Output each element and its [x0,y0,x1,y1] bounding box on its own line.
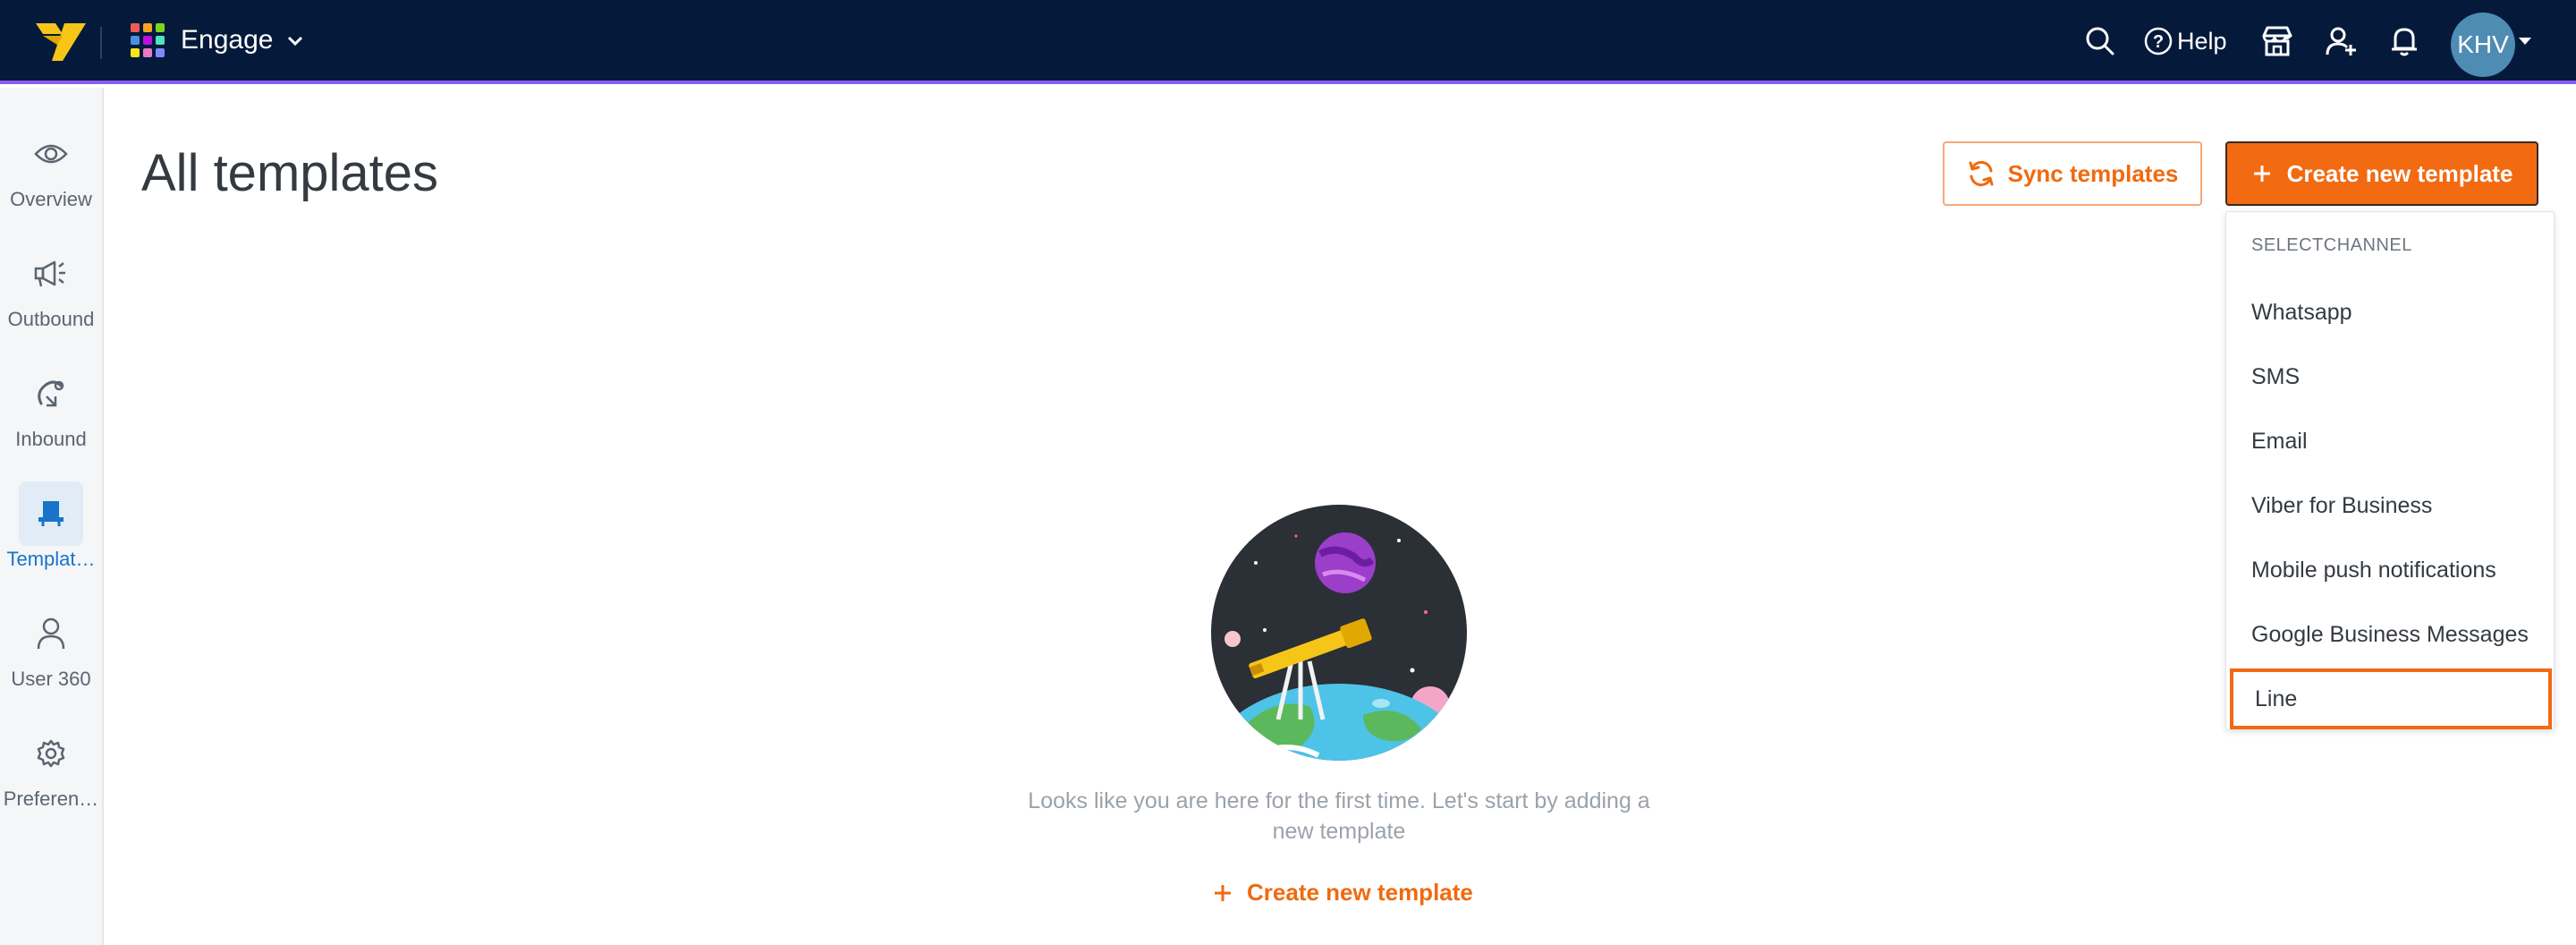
channel-option-mobile-push[interactable]: Mobile push notifications [2230,540,2552,600]
sidebar-item-label: Outbound [7,308,95,330]
store-icon[interactable] [2258,21,2297,61]
help-button[interactable]: ? Help [2143,21,2227,61]
search-icon[interactable] [2080,21,2120,61]
avatar[interactable]: KHV [2451,13,2515,77]
page-title: All templates [141,144,439,202]
topbar-divider [100,27,102,59]
telescope-illustration [1211,505,1467,761]
sidebar-item-preferences[interactable]: Preferen… [0,705,102,813]
plus-icon [2253,166,2270,182]
avatar-initials: KHV [2457,30,2509,58]
inbound-icon [19,362,83,426]
app-grid-dot [156,23,165,32]
app-grid-dot [131,36,140,45]
sidebar-item-label: Inbound [15,428,87,450]
brand-logo[interactable] [36,20,86,63]
app-grid-dot [143,36,152,45]
create-new-template-button[interactable]: Create new template [2225,141,2538,206]
empty-state-message: Looks like you are here for the first ti… [1028,788,1650,844]
app-switcher[interactable]: Engage [131,23,305,57]
caret-down-icon[interactable] [2519,38,2531,45]
plus-icon [1215,884,1231,901]
dropdown-header: SELECTCHANNEL [2251,235,2412,255]
sync-templates-label: Sync templates [2007,159,2179,187]
create-new-template-link-label: Create new template [1247,879,1473,906]
sidebar-item-label: Templat… [6,548,96,570]
app-grid-icon [131,23,165,57]
bell-icon[interactable] [2385,21,2424,61]
sync-templates-button[interactable]: Sync templates [1943,141,2202,206]
channel-option-viber[interactable]: Viber for Business [2230,475,2552,536]
sidebar-item-templates[interactable]: Templat… [0,465,102,573]
sidebar-item-user-360[interactable]: User 360 [0,585,102,693]
sidebar-item-overview[interactable]: Overview [0,106,102,213]
sidebar: Overview Outbound Inbound Templat… User … [0,88,104,945]
svg-text:?: ? [2153,32,2164,52]
top-bar: Engage ? Help KHV [0,0,2576,84]
help-icon: ? [2144,27,2173,55]
app-grid-dot [143,48,152,57]
sidebar-item-label: User 360 [11,668,91,690]
channel-option-google-business[interactable]: Google Business Messages [2230,604,2552,665]
gear-icon [19,721,83,786]
create-new-template-link[interactable]: Create new template [1213,879,1473,907]
app-grid-dot [131,23,140,32]
app-grid-dot [131,48,140,57]
template-icon [19,481,83,546]
channel-option-line[interactable]: Line [2230,668,2552,729]
sidebar-item-outbound[interactable]: Outbound [0,226,102,333]
sidebar-item-label: Preferen… [3,788,99,810]
eye-icon [19,122,83,186]
app-grid-dot [143,23,152,32]
channel-option-whatsapp[interactable]: Whatsapp [2230,282,2552,343]
help-label: Help [2177,27,2227,55]
app-grid-dot [156,36,165,45]
app-grid-dot [156,48,165,57]
chevron-down-icon [288,36,303,47]
channel-option-sms[interactable]: SMS [2230,346,2552,407]
megaphone-icon [19,242,83,306]
sidebar-item-label: Overview [10,188,92,210]
app-name: Engage [181,25,274,55]
user-icon [19,601,83,666]
create-new-template-label: Create new template [2286,159,2513,187]
select-channel-dropdown: SELECTCHANNEL Whatsapp SMS Email Viber f… [2225,211,2555,730]
sync-icon [1969,160,1994,187]
add-user-icon[interactable] [2322,21,2361,61]
channel-option-email[interactable]: Email [2230,411,2552,472]
sidebar-item-inbound[interactable]: Inbound [0,345,102,453]
